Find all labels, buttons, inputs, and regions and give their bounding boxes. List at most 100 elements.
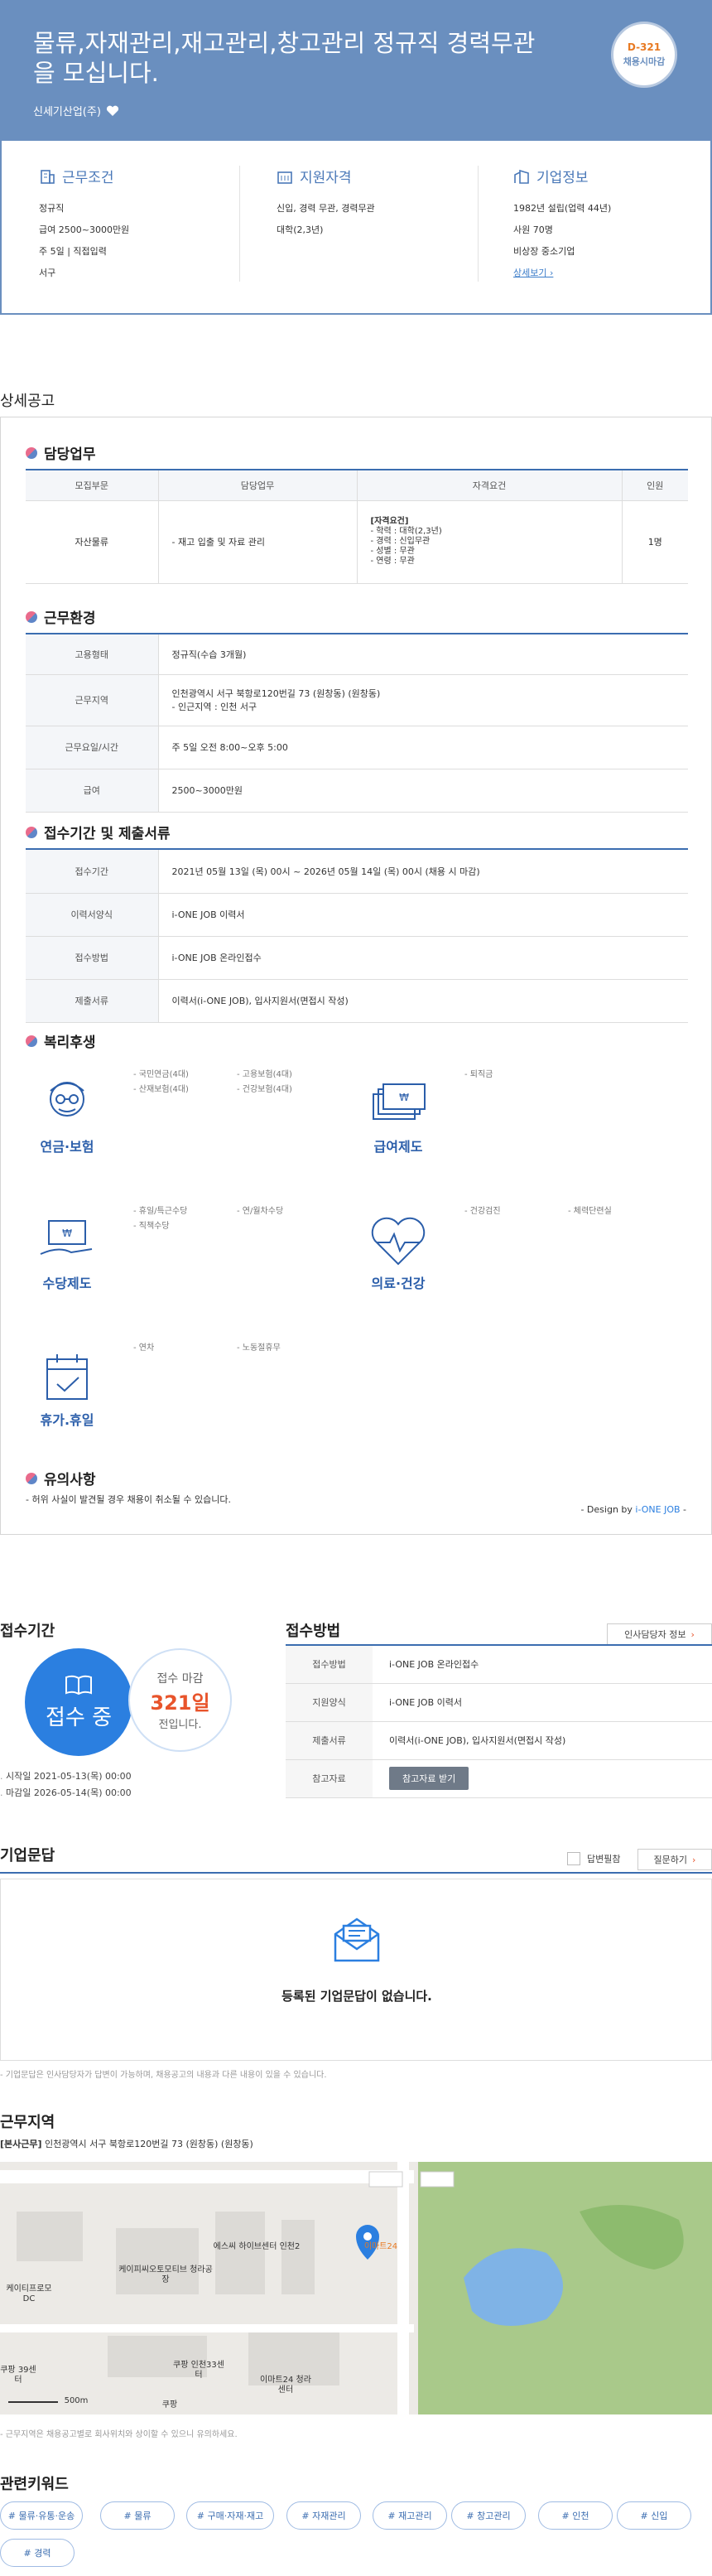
money-icon: ₩ [373, 1083, 426, 1120]
duties-header: 모집부문 [26, 470, 159, 501]
doc-key: 제출서류 [26, 979, 159, 1023]
apply-method-title: 접수방법 [286, 1623, 341, 1640]
doc-value: i-ONE JOB 온라인접수 [158, 936, 688, 980]
condition-line: 서구 [39, 268, 56, 278]
qualification-line: 신입, 경력 무관, 경력무관 [277, 203, 375, 214]
welfare-item: - 휴일/특근수당 [133, 1207, 188, 1216]
qa-title: 기업문답 [0, 1847, 55, 1864]
duties-table: 모집부문 담당업무 자격요건 인원 자산물류 - 재고 입출 및 자료 관리 [… [26, 470, 688, 584]
doc-key: 접수방법 [26, 936, 159, 980]
welfare-group-allowance: ₩ 수당제도 - 휴일/특근수당 - 연/월차수당 - 직책수당 [26, 1204, 340, 1320]
keyword-chip[interactable]: # 물류 [100, 2501, 175, 2530]
apply-key: 제출서류 [286, 1721, 373, 1760]
book-icon [65, 1675, 92, 1695]
map-scale: 500m [64, 2396, 89, 2405]
company-line: 사원 70명 [513, 224, 553, 235]
welfare-items: - 건강검진 - 체력단련실 [464, 1204, 671, 1219]
heart-pulse-icon [371, 1217, 426, 1266]
environment-title: 근무환경 [26, 606, 96, 627]
map-label: 쿠팡 [161, 2400, 178, 2410]
duties-count: 1명 [622, 500, 688, 584]
keyword-chip[interactable]: # 신입 [617, 2501, 691, 2530]
detail-box: 담당업무 모집부문 담당업무 자격요건 인원 자산물류 - 재고 입출 및 자료… [0, 417, 712, 1535]
caution-title: 유의사항 [26, 1468, 96, 1488]
apply-value: i-ONE JOB 온라인접수 [373, 1645, 712, 1684]
welfare-item: - 건강검진 [464, 1207, 501, 1216]
keyword-chip[interactable]: # 재고관리 [373, 2501, 447, 2530]
env-key: 고용형태 [26, 634, 159, 675]
welfare-item: - 국민연금(4대) [133, 1070, 189, 1079]
condition-line: 주 5일 | 직접입력 [39, 246, 107, 257]
req-line: - 학력 : 대학(2,3년) [370, 527, 442, 536]
conditions-heading: 근무조건 [39, 166, 254, 186]
design-credit: - Design by i-ONE JOB - [580, 1504, 686, 1515]
map-base [0, 2162, 712, 2414]
detail-heading: 상세공고 [0, 393, 55, 410]
env-key: 근무지역 [26, 674, 159, 726]
keyword-chip[interactable]: # 창고관리 [451, 2501, 526, 2530]
welfare-item: - 고용보험(4대) [237, 1070, 292, 1079]
duties-division: 자산물류 [26, 500, 159, 584]
welfare-label: 휴가.휴일 [40, 1412, 94, 1428]
welfare-items: - 퇴직금 [464, 1068, 671, 1083]
welfare-item: - 산재보험(4대) [133, 1085, 189, 1094]
caution-text: - 허위 사실이 발견될 경우 채용이 취소될 수 있습니다. [26, 1494, 231, 1505]
building-icon [41, 169, 55, 184]
divider [478, 166, 479, 282]
welfare-items: - 휴일/특근수당 - 연/월차수당 - 직책수당 [133, 1204, 340, 1234]
map-label: 케이피씨오토모티브 청라공장 [118, 2265, 213, 2284]
welfare-label: 의료·건강 [371, 1276, 426, 1291]
envelope-icon [334, 1918, 380, 1962]
apply-key: 지원양식 [286, 1683, 373, 1722]
answered-checkbox[interactable] [567, 1852, 580, 1865]
summary-box: 근무조건 정규직 급여 2500~3000만원 주 5일 | 직접입력 서구 지… [0, 141, 712, 315]
answered-filter[interactable]: 답변필참 [567, 1852, 620, 1865]
bullet-icon [26, 1035, 37, 1047]
conditions-title: 근무조건 [62, 170, 114, 186]
welfare-item: - 노동절휴무 [237, 1343, 281, 1353]
bullet-icon [26, 1472, 37, 1484]
map-label: 케이티프로모 DC [6, 2284, 52, 2303]
keyword-chip[interactable]: # 구매·자재·재고 [186, 2501, 274, 2530]
keyword-chip[interactable]: # 자재관리 [286, 2501, 361, 2530]
ask-question-button[interactable]: 질문하기 › [637, 1849, 712, 1870]
keyword-chip[interactable]: # 경력 [0, 2539, 75, 2567]
dday-count: D-321 [627, 41, 661, 53]
welfare-item: - 연차 [133, 1343, 155, 1353]
svg-text:₩: ₩ [62, 1228, 72, 1239]
summary-qualifications: 지원자격 신입, 경력 무관, 경력무관 대학(2,3년) [277, 166, 492, 241]
bullet-icon [26, 446, 37, 459]
qualification-line: 대학(2,3년) [277, 224, 324, 235]
welfare-label: 수당제도 [42, 1276, 92, 1291]
company-detail-link[interactable]: 상세보기 › [513, 263, 712, 284]
duties-header: 담당업무 [158, 470, 358, 501]
location-tag: [본사근무] [0, 2139, 42, 2149]
location-address: [본사근무] 인천광역시 서구 북항로120번길 73 (원창동) (원창동) [0, 2137, 253, 2150]
download-reference-button[interactable]: 참고자료 받기 [389, 1767, 469, 1790]
hr-contact-button[interactable]: 인사담당자 정보 › [607, 1623, 712, 1645]
company-name[interactable]: 신세기산업(주) [33, 103, 119, 118]
keyword-chip[interactable]: # 물류·유통·운송 [0, 2501, 83, 2530]
environment-table: 고용형태 정규직(수습 3개월) 근무지역 인천광역시 서구 북항로120번길 73… [26, 634, 688, 813]
req-line: - 경력 : 신입무관 [370, 537, 431, 546]
qa-note: - 기업문답은 인사담당자가 답변이 가능하며, 채용공고의 내용과 다른 내용… [0, 2071, 327, 2080]
location-map[interactable]: 케이티프로모 DC 케이피씨오토모티브 청라공장 에스씨 하이브센터 인천2 이… [0, 2162, 712, 2414]
welfare-items: - 국민연금(4대) - 고용보험(4대) - 산재보험(4대) - 건강보험(… [133, 1068, 340, 1097]
welfare-title: 복리후생 [26, 1030, 96, 1051]
heart-icon[interactable] [106, 105, 119, 117]
keyword-chip[interactable]: # 인천 [538, 2501, 613, 2530]
welfare-items: - 연차 - 노동절휴무 [133, 1341, 340, 1356]
money-hand-icon: ₩ [40, 1220, 93, 1255]
apply-key: 참고자료 [286, 1759, 373, 1798]
env-address: 인천광역시 서구 북항로120번길 73 (원창동) (원창동) [171, 688, 381, 699]
bullet-icon [26, 826, 37, 838]
answered-label: 답변필참 [587, 1854, 621, 1864]
doc-key: 이력서양식 [26, 893, 159, 937]
company-line: 1982년 설립(업력 44년) [513, 203, 612, 214]
deadline-days: 321일 [150, 1691, 210, 1715]
location-address-text: 인천광역시 서구 북항로120번길 73 (원창동) (원창동) [45, 2139, 253, 2149]
env-value: 주 5일 오전 8:00~오후 5:00 [158, 726, 688, 769]
company-heading: 기업정보 [513, 166, 712, 186]
location-note: - 근무지역은 채용공고별로 회사위치와 상이할 수 있으니 유의하세요. [0, 2430, 238, 2439]
welfare-label: 연금·보험 [40, 1139, 94, 1155]
